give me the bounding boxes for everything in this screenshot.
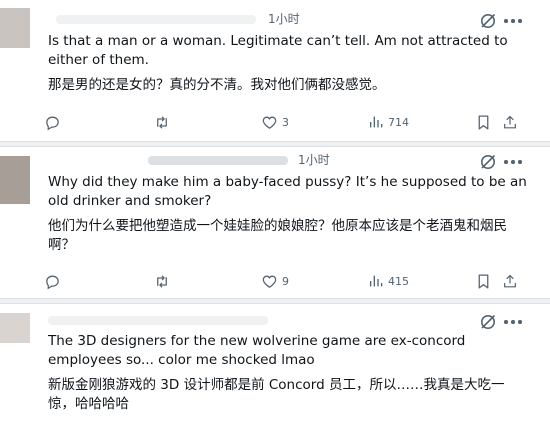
reply-icon [46,116,59,130]
post-2[interactable]: 1小时 Why did they make him a baby-faced p… [0,148,550,298]
like-button[interactable]: 3 [261,113,289,131]
retweet-icon [157,274,167,288]
more-icon[interactable] [504,319,524,325]
retweet-button[interactable] [153,113,171,131]
retweet-button[interactable] [153,272,171,290]
bookmark-icon [478,273,489,289]
views-button[interactable]: 714 [368,113,409,131]
retweet-icon [157,115,167,129]
bookmark-button[interactable] [476,272,491,290]
bookmark-button[interactable] [476,113,491,131]
avatar[interactable] [0,8,30,48]
views-button[interactable]: 415 [368,272,409,290]
view-count: 714 [388,115,409,129]
post-text-english: The 3D designers for the new wolverine g… [48,333,466,368]
post-divider [0,298,550,304]
action-bar: 3 714 [44,113,524,131]
reply-button[interactable] [44,113,61,131]
reply-icon [46,275,59,289]
blurred-author-name [148,156,288,165]
blurred-author-name [48,316,268,325]
bookmark-icon [478,114,489,130]
view-count: 415 [388,274,409,288]
heart-icon [262,275,277,288]
post-text-chinese: 那是男的还是女的？真的分不清。我对他们俩都没感觉。 [48,77,386,93]
views-icon [370,275,383,287]
post-text-english: Why did they make him a baby-faced pussy… [48,174,527,209]
share-button[interactable] [502,113,518,131]
post-divider [0,141,550,147]
grok-icon[interactable] [479,12,497,30]
post-header [48,313,490,327]
like-button[interactable]: 9 [261,272,289,290]
like-count: 9 [282,274,289,288]
share-icon [504,274,516,287]
more-icon[interactable] [504,18,524,24]
more-icon[interactable] [504,159,524,165]
post-3[interactable]: The 3D designers for the new wolverine g… [0,305,550,431]
avatar[interactable] [0,156,30,204]
post-time[interactable]: 1小时 [268,12,300,26]
grok-icon[interactable] [479,153,497,171]
post-1[interactable]: 1小时 Is that a man or a woman. Legitimate… [0,0,550,140]
action-bar: 9 415 [44,272,524,290]
reply-button[interactable] [44,272,61,290]
post-time[interactable]: 1小时 [298,153,330,167]
blurred-author-name [56,15,256,24]
share-button[interactable] [502,272,518,290]
share-icon [504,115,516,128]
views-icon [370,116,383,128]
post-text-chinese: 新版金刚狼游戏的 3D 设计师都是前 Concord 员工，所以……我真是大吃一… [48,377,505,412]
post-header: 1小时 [48,12,490,26]
avatar[interactable] [0,313,30,343]
grok-icon[interactable] [479,313,497,331]
post-header: 1小时 [48,153,490,167]
like-count: 3 [282,115,289,129]
post-text-english: Is that a man or a woman. Legitimate can… [48,33,508,68]
post-text-chinese: 他们为什么要把他塑造成一个娃娃脸的娘娘腔？他原本应该是个老酒鬼和烟民啊？ [48,218,507,253]
heart-icon [262,116,277,129]
